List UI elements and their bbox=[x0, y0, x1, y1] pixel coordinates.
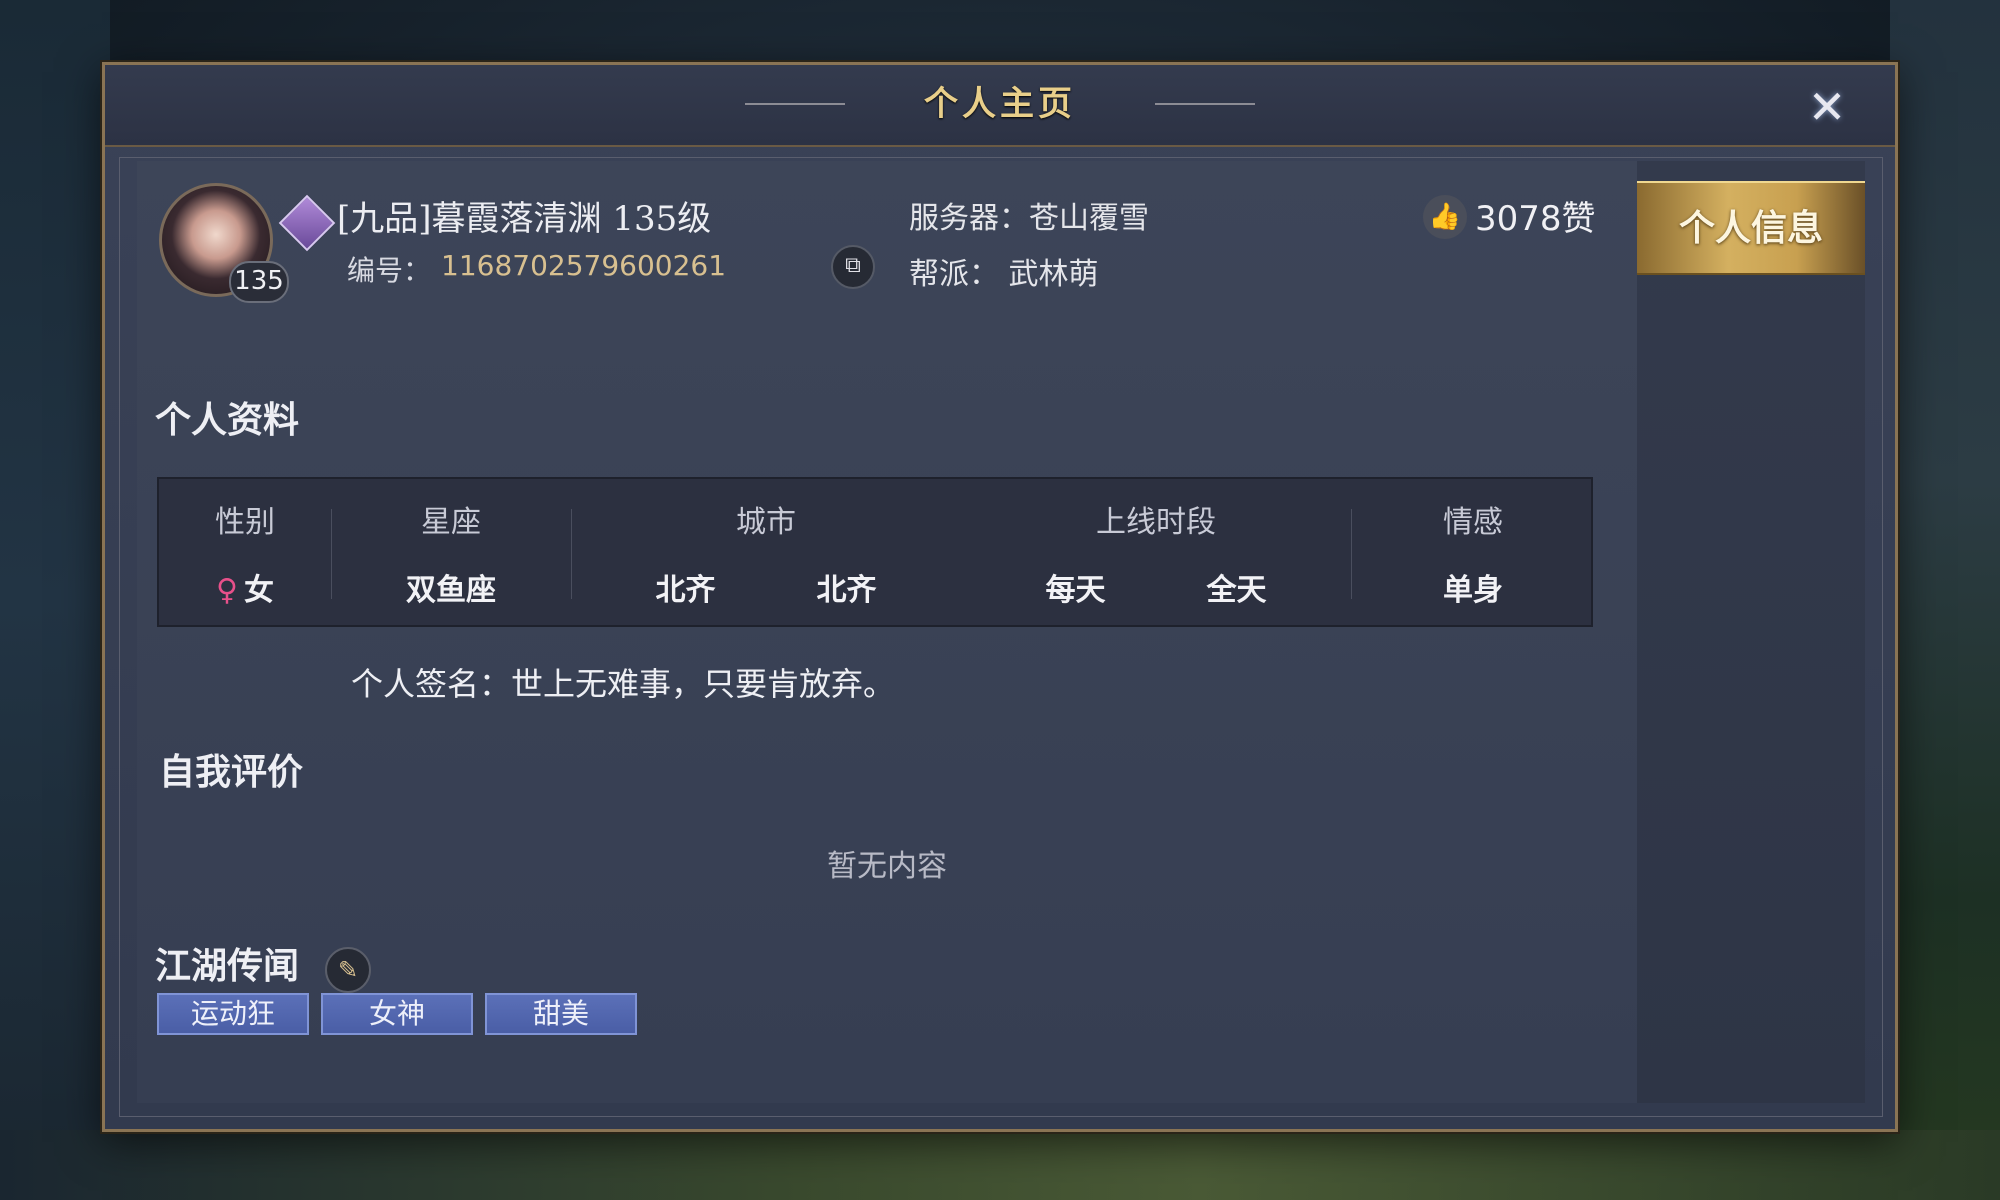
info-value-zodiac: 双鱼座 bbox=[406, 573, 496, 608]
close-icon[interactable]: ✕ bbox=[1799, 79, 1855, 135]
info-header-online-time: 上线时段 bbox=[1096, 505, 1216, 540]
rumor-tag[interactable]: 运动狂 bbox=[157, 993, 309, 1035]
female-icon: ♀ bbox=[216, 573, 238, 608]
section-title-rumors: 江湖传闻 bbox=[155, 945, 300, 987]
info-col-online-time: 上线时段 每天 全天 bbox=[961, 479, 1351, 629]
window-title: 个人主页 bbox=[924, 84, 1076, 124]
personal-info-table: 性别 ♀ 女 星座 双鱼座 城市 北齐 北齐 上线时段 每天 全天 情感 单身 bbox=[157, 477, 1593, 627]
self-eval-empty: 暂无内容 bbox=[827, 849, 947, 884]
player-name: [九品]暮霞落清渊 135级 bbox=[337, 199, 712, 239]
info-col-gender: 性别 ♀ 女 bbox=[159, 479, 331, 629]
profile-content: 135 [九品]暮霞落清渊 135级 编号： 1168702579600261 … bbox=[137, 161, 1637, 1103]
tab-personal-info[interactable]: 个人信息 bbox=[1637, 181, 1865, 275]
background-left bbox=[0, 0, 110, 1200]
online-hours: 全天 bbox=[1206, 573, 1267, 608]
info-value-relationship: 单身 bbox=[1443, 573, 1503, 608]
city-name: 北齐 bbox=[816, 573, 877, 608]
title-bar: 个人主页 ✕ bbox=[105, 65, 1895, 147]
rumor-tag[interactable]: 甜美 bbox=[485, 993, 637, 1035]
info-header-city: 城市 bbox=[736, 505, 796, 540]
guild-label: 帮派： 武林萌 bbox=[909, 257, 1099, 292]
background-bottom bbox=[0, 1130, 2000, 1200]
info-value-gender: ♀ 女 bbox=[159, 565, 331, 609]
thumbs-up-icon[interactable]: 👍 bbox=[1423, 195, 1467, 239]
online-days: 每天 bbox=[1045, 573, 1106, 608]
info-value-online-time: 每天 全天 bbox=[961, 565, 1351, 609]
gender-value: 女 bbox=[243, 573, 274, 608]
avatar-level-badge: 135 bbox=[229, 261, 289, 303]
section-title-self-eval: 自我评价 bbox=[159, 751, 304, 793]
player-id-label: 编号： bbox=[347, 254, 432, 287]
section-title-personal-info: 个人资料 bbox=[155, 399, 300, 441]
rank-badge-icon bbox=[278, 194, 336, 252]
info-header-gender: 性别 bbox=[215, 505, 275, 540]
info-col-city: 城市 北齐 北齐 bbox=[571, 479, 961, 629]
profile-header: 135 [九品]暮霞落清渊 135级 编号： 1168702579600261 … bbox=[137, 161, 1637, 311]
info-col-zodiac: 星座 双鱼座 bbox=[331, 479, 571, 629]
copy-icon[interactable]: ⧉ bbox=[831, 245, 875, 289]
background-right bbox=[1890, 0, 2000, 1200]
personal-signature: 个人签名：世上无难事，只要肯放弃。 bbox=[351, 665, 896, 703]
rumor-tag[interactable]: 女神 bbox=[321, 993, 473, 1035]
sidebar: 个人信息 bbox=[1637, 161, 1865, 1103]
profile-window: 个人主页 ✕ 135 [九品]暮霞落清渊 135级 编号： 1168702579… bbox=[102, 62, 1898, 1132]
info-header-relationship: 情感 bbox=[1443, 505, 1503, 540]
info-header-zodiac: 星座 bbox=[421, 505, 481, 540]
server-label: 服务器：苍山覆雪 bbox=[909, 201, 1149, 236]
player-id-value: 1168702579600261 bbox=[441, 249, 727, 282]
info-col-relationship: 情感 单身 bbox=[1351, 479, 1595, 629]
brush-icon[interactable]: ✎ bbox=[325, 947, 371, 993]
like-count: 3078赞 bbox=[1475, 199, 1596, 239]
city-province: 北齐 bbox=[655, 573, 716, 608]
info-value-city: 北齐 北齐 bbox=[571, 565, 961, 609]
